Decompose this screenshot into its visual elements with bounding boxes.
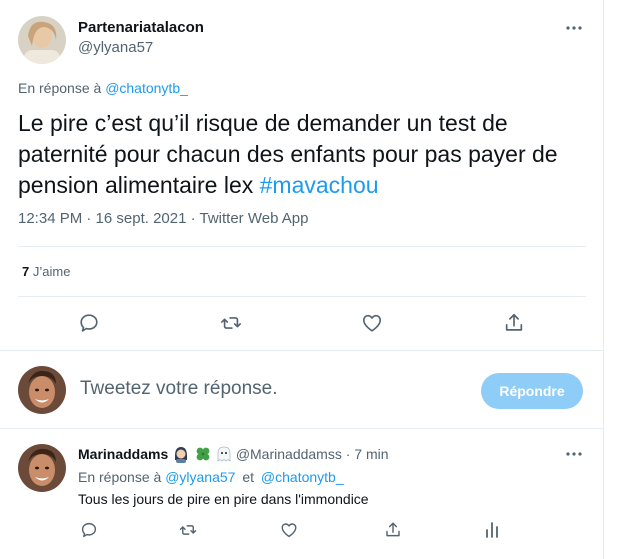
tweet-detail: Partenariatalacon @ylyana57 En réponse à… (0, 0, 604, 559)
reply-author-avatar[interactable] (18, 444, 66, 492)
more-icon[interactable] (564, 444, 584, 464)
reply-to-link[interactable]: @chatonytb_ (261, 469, 344, 485)
tweet-text: Le pire c’est qu’il risque de demander u… (18, 108, 588, 201)
tweet-meta[interactable]: 12:34 PM · 16 sept. 2021 · Twitter Web A… (18, 210, 308, 227)
share-icon[interactable] (383, 520, 403, 540)
retweet-icon[interactable] (219, 311, 243, 335)
reply-author-handle[interactable]: @Marinaddamss (236, 446, 342, 462)
reply-to-link[interactable]: @ylyana57 (165, 469, 235, 485)
reply-to-link[interactable]: @chatonytb_ (105, 80, 188, 96)
author-name[interactable]: Partenariatalacon (78, 19, 204, 36)
reply-icon[interactable] (77, 311, 101, 335)
reply-author-name[interactable]: Marinaddams (78, 446, 168, 462)
likes-count: 7 (22, 264, 30, 279)
retweet-icon[interactable] (178, 520, 198, 540)
hashtag-link[interactable]: #mavachou (260, 172, 379, 198)
reply-icon[interactable] (79, 520, 99, 540)
like-icon[interactable] (360, 311, 384, 335)
share-icon[interactable] (502, 311, 526, 335)
author-handle[interactable]: @ylyana57 (78, 39, 153, 56)
ghost-icon (216, 445, 232, 466)
like-icon[interactable] (279, 520, 299, 540)
divider (0, 350, 604, 351)
reply-text: Tous les jours de pire en pire dans l'im… (78, 491, 369, 507)
reply-prefix: En réponse à (18, 80, 102, 96)
analytics-icon[interactable] (482, 520, 502, 540)
reply-context: En réponse à @ylyana57 et @chatonytb_ (78, 469, 344, 485)
reply-conjunction: et (242, 469, 255, 485)
divider (0, 428, 604, 429)
likes-label: J’aime (32, 264, 71, 279)
more-icon[interactable] (564, 18, 584, 38)
reply-prefix: En réponse à (78, 469, 162, 485)
user-avatar[interactable] (18, 366, 66, 414)
clover-icon (194, 445, 212, 466)
likes-stat[interactable]: 7 J’aime (22, 264, 70, 279)
author-avatar[interactable] (18, 16, 66, 64)
reply-input[interactable]: Tweetez votre réponse. (80, 378, 278, 400)
reply-time[interactable]: · 7 min (346, 446, 389, 462)
divider (18, 296, 586, 297)
reply-header: Marinaddams @Marinaddamss · 7 min (78, 445, 389, 466)
divider (18, 246, 586, 247)
woman-emoji-icon (172, 445, 190, 466)
reply-context: En réponse à @chatonytb_ (18, 80, 188, 96)
reply-button[interactable]: Répondre (481, 373, 583, 409)
